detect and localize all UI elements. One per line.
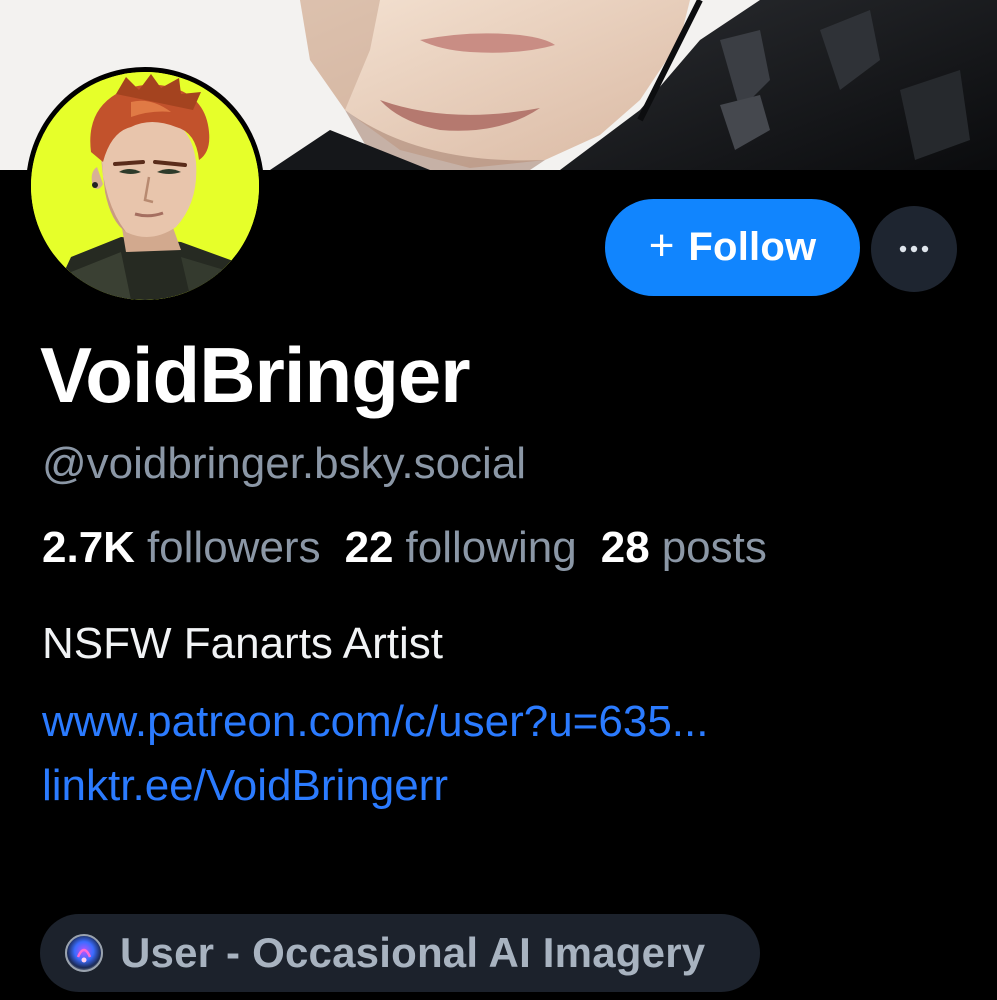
follow-button[interactable]: + Follow (605, 199, 860, 296)
labeler-avatar-icon (65, 934, 103, 972)
moderation-label-text: User - Occasional AI Imagery (120, 929, 706, 976)
followers-stat[interactable]: 2.7K followers (42, 522, 321, 575)
profile-stats: 2.7K followers 22 following 28 posts (42, 522, 791, 575)
profile-page: + Follow VoidBringer @voidbringer.bsky.s… (0, 0, 997, 1000)
follow-button-label: Follow (688, 225, 817, 269)
following-count: 22 (344, 523, 394, 572)
posts-stat: 28 posts (601, 522, 767, 575)
posts-label: posts (661, 523, 767, 572)
ellipsis-icon (899, 245, 929, 253)
profile-bio: NSFW Fanarts Artist (42, 619, 443, 668)
avatar[interactable] (26, 67, 264, 305)
patreon-link[interactable]: www.patreon.com/c/user?u=635... (42, 696, 708, 749)
display-name: VoidBringer (40, 331, 471, 419)
followers-label: followers (146, 523, 321, 572)
linktree-link[interactable]: linktr.ee/VoidBringerr (42, 760, 448, 813)
profile-handle: @voidbringer.bsky.social (42, 439, 527, 488)
plus-icon: + (648, 220, 675, 270)
avatar-image (31, 72, 259, 300)
followers-count: 2.7K (42, 523, 135, 572)
more-options-button[interactable] (871, 206, 957, 292)
posts-count: 28 (600, 523, 650, 572)
following-label: following (405, 523, 577, 572)
moderation-label-pill[interactable]: User - Occasional AI Imagery (40, 914, 760, 992)
following-stat[interactable]: 22 following (345, 522, 577, 575)
